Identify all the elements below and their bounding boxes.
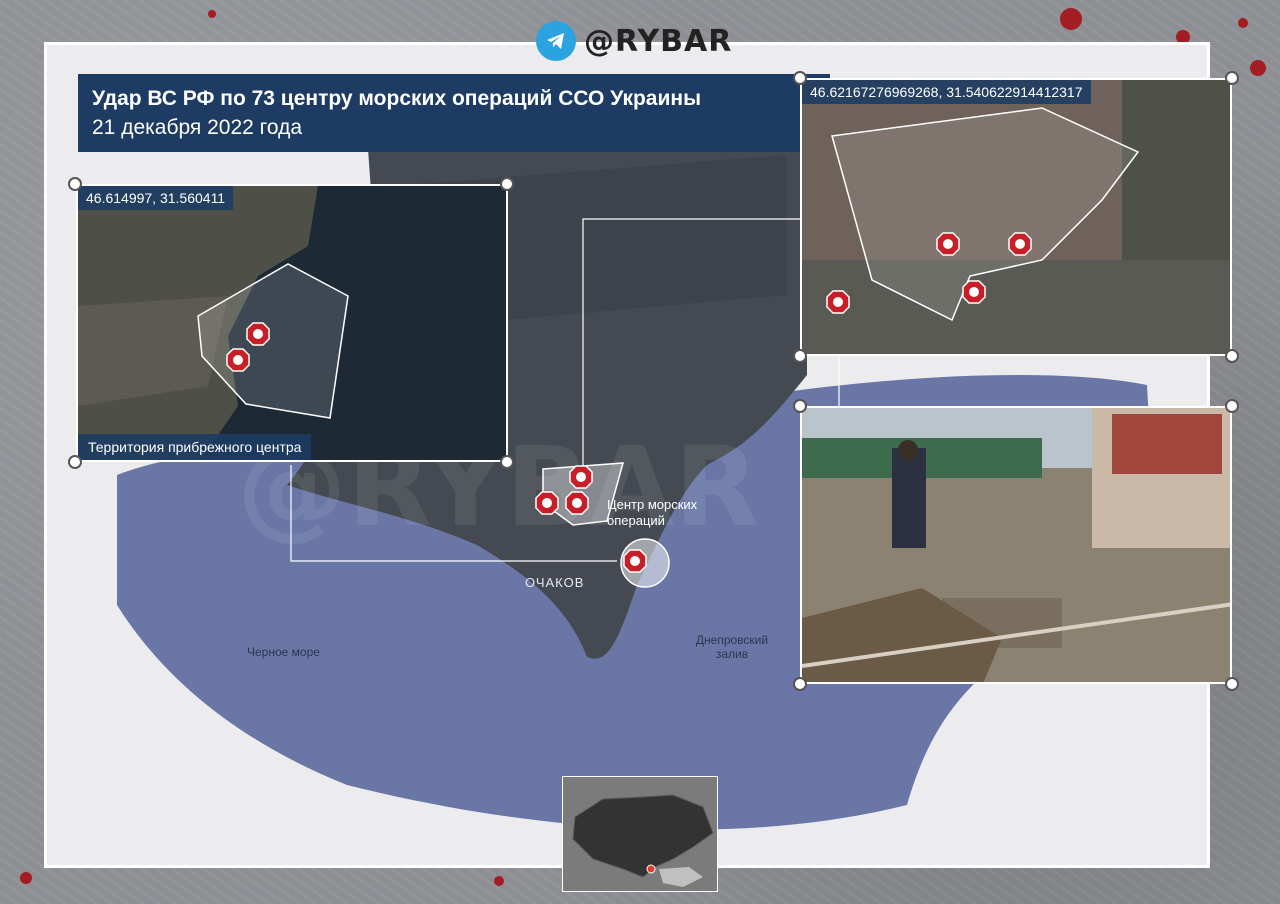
satellite-image <box>802 80 1230 354</box>
inset-corner-handle[interactable] <box>500 177 514 191</box>
strike-marker-icon <box>569 465 593 489</box>
inset-corner-handle[interactable] <box>68 177 82 191</box>
telegram-icon <box>536 21 576 61</box>
brand-handle: @RYBAR <box>584 23 733 59</box>
inset-corner-handle[interactable] <box>793 399 807 413</box>
brand-header[interactable]: @RYBAR <box>536 20 732 62</box>
strike-marker-icon <box>1008 232 1032 256</box>
strike-marker-icon <box>962 280 986 304</box>
inset-airfield: 46.62167276969268, 31.540622914412317 <box>800 78 1232 356</box>
city-label: ОЧАКОВ <box>525 575 585 590</box>
dnieper-bay-label: Днепровский залив <box>695 633 769 661</box>
strike-marker-icon <box>226 348 250 372</box>
inset-corner-handle[interactable] <box>793 71 807 85</box>
satellite-image <box>78 186 506 460</box>
inset-coastal: 46.614997, 31.560411 Территория прибрежн… <box>76 184 508 462</box>
strike-marker-icon <box>246 322 270 346</box>
ukraine-outline-map <box>563 777 717 891</box>
locator-map <box>562 776 718 892</box>
coordinates-label: 46.614997, 31.560411 <box>78 186 234 210</box>
page-date: 21 декабря 2022 года <box>92 116 303 139</box>
strike-marker-icon <box>565 491 589 515</box>
blood-splatter <box>1238 18 1248 28</box>
blood-splatter <box>20 872 32 884</box>
inset-corner-handle[interactable] <box>1225 71 1239 85</box>
center-label: Центр морских операций <box>607 497 698 528</box>
strike-marker-icon <box>936 232 960 256</box>
strike-marker-icon <box>535 491 559 515</box>
page-title: Удар ВС РФ по 73 центру морских операций… <box>92 87 701 110</box>
strike-marker-icon <box>623 549 647 573</box>
inset-corner-handle[interactable] <box>793 677 807 691</box>
blood-splatter <box>1250 60 1266 76</box>
blood-splatter <box>208 10 216 18</box>
strike-marker-icon <box>826 290 850 314</box>
inset-caption: Территория прибрежного центра <box>78 434 312 460</box>
damage-photo <box>802 408 1230 682</box>
inset-corner-handle[interactable] <box>793 349 807 363</box>
black-sea-label: Черное море <box>247 645 320 659</box>
coordinates-label: 46.62167276969268, 31.540622914412317 <box>802 80 1091 104</box>
inset-corner-handle[interactable] <box>68 455 82 469</box>
inset-corner-handle[interactable] <box>1225 349 1239 363</box>
blood-splatter <box>494 876 504 886</box>
title-banner: Удар ВС РФ по 73 центру морских операций… <box>78 74 830 152</box>
blood-splatter <box>1060 8 1082 30</box>
inset-corner-handle[interactable] <box>1225 677 1239 691</box>
inset-corner-handle[interactable] <box>1225 399 1239 413</box>
inset-photo <box>800 406 1232 684</box>
inset-corner-handle[interactable] <box>500 455 514 469</box>
